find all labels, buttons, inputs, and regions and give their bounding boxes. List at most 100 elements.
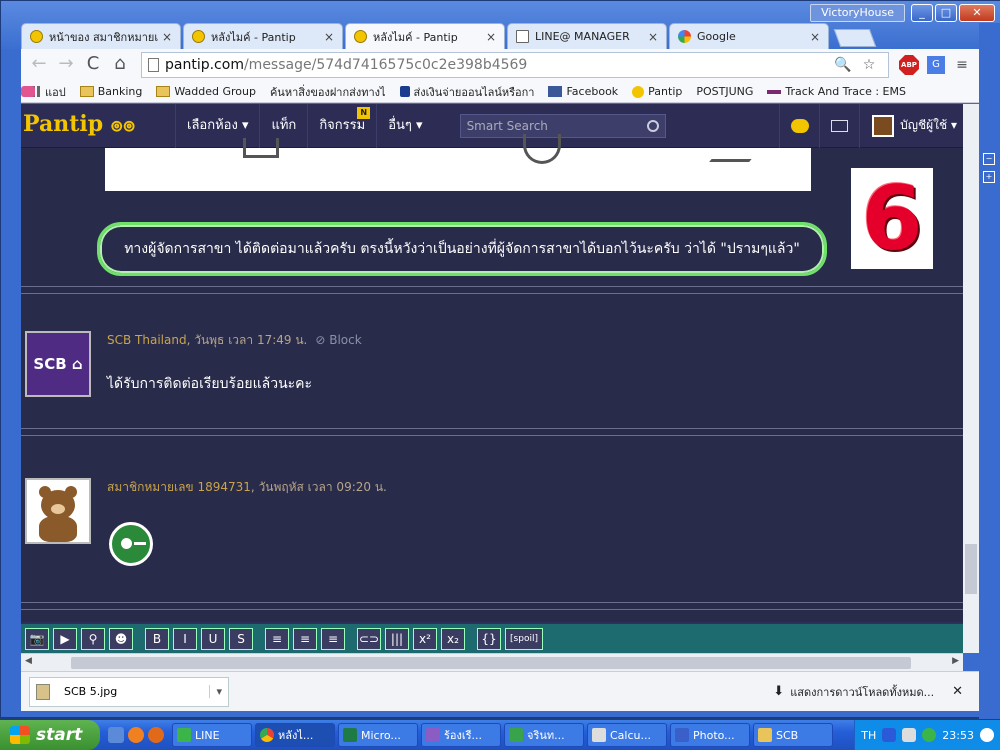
page-icon <box>148 58 159 72</box>
pantip-logo[interactable]: Pantip ၜၜ <box>21 109 175 142</box>
minimize-button[interactable]: _ <box>911 4 933 22</box>
search-icon[interactable] <box>646 119 659 132</box>
chat-button[interactable] <box>779 104 819 148</box>
forward-button[interactable]: → <box>54 53 78 77</box>
taskbar-chrome[interactable]: หลังไ... <box>255 723 335 747</box>
network-icon[interactable] <box>882 728 897 742</box>
align-center-button[interactable]: ≡ <box>293 627 317 650</box>
bookmark-pantip[interactable]: Pantip <box>632 85 682 98</box>
taskbar-calculator[interactable]: Calcu... <box>587 723 667 747</box>
translate-icon[interactable]: G <box>927 56 945 74</box>
download-menu-icon[interactable]: ▾ <box>209 685 222 698</box>
insert-map-button[interactable]: ⚲ <box>81 627 105 650</box>
line-tray-icon[interactable] <box>922 728 937 742</box>
vertical-scrollbar[interactable] <box>963 104 979 653</box>
download-icon: ⬇ <box>773 684 785 699</box>
taskbar-line[interactable]: LINE <box>172 723 252 747</box>
tab-backmic-1[interactable]: หลังไมค์ - Pantip × <box>183 23 343 49</box>
taskbar-excel[interactable]: Micro... <box>338 723 418 747</box>
reload-button[interactable]: C <box>81 53 105 77</box>
tab-member-page[interactable]: หน้าของ สมาชิกหมายเ × <box>21 23 181 49</box>
menu-more[interactable]: อื่นๆ ▾ <box>376 104 433 148</box>
address-bar[interactable]: pantip.com/message/574d7416575c0c2e398b4… <box>141 52 889 78</box>
bookmark-parcel-search[interactable]: ค้นหาสิ่งของฝากส่งทางไ <box>41 83 386 195</box>
tab-line-manager[interactable]: LINE@ MANAGER × <box>507 23 667 49</box>
underline-button[interactable]: U <box>201 627 225 650</box>
bear-avatar[interactable] <box>25 478 91 544</box>
maximize-button[interactable]: □ <box>935 4 957 22</box>
taskbar-contact[interactable]: จรินท... <box>504 723 584 747</box>
taskbar-scb-folder[interactable]: SCB <box>753 723 833 747</box>
firefox-icon[interactable] <box>128 727 144 743</box>
spoiler-button[interactable]: [spoil] <box>505 627 543 650</box>
block-button[interactable]: ⊘ Block <box>315 333 361 347</box>
close-download-bar-icon[interactable]: ✕ <box>952 684 963 699</box>
url-text[interactable]: pantip.com/message/574d7416575c0c2e398b4… <box>165 57 830 73</box>
show-all-downloads: ⬇ แสดงการดาวน์โหลดทั้งหมด... ✕ <box>773 683 963 701</box>
mail-button[interactable] <box>819 104 859 148</box>
code-button[interactable]: ||| <box>385 627 409 650</box>
cloud-icon[interactable] <box>980 728 994 742</box>
show-desktop-icon[interactable] <box>108 727 124 743</box>
bookmark-star-icon[interactable]: ☆ <box>859 55 879 75</box>
link-button[interactable]: ⊂⊃ <box>357 627 381 650</box>
volume-icon[interactable] <box>902 728 917 742</box>
bookmark-postjung[interactable]: POSTJUNG <box>21 85 754 98</box>
start-button[interactable]: start <box>0 720 100 750</box>
menu-activities[interactable]: กิจกรรม N <box>307 104 376 148</box>
tab-backmic-active[interactable]: หลังไมค์ - Pantip × <box>345 23 505 49</box>
scroll-thumb[interactable] <box>965 544 977 594</box>
download-item[interactable]: SCB 5.jpg ▾ <box>29 676 229 707</box>
home-button[interactable]: ⌂ <box>108 53 132 77</box>
divider <box>21 286 963 294</box>
show-all-downloads-link[interactable]: แสดงการดาวน์โหลดทั้งหมด... <box>790 683 934 701</box>
tab-close-icon[interactable]: × <box>486 30 496 44</box>
italic-button[interactable]: I <box>173 627 197 650</box>
scroll-left-icon[interactable]: ◀ <box>25 656 32 666</box>
post-username[interactable]: SCB Thailand <box>107 333 187 347</box>
language-indicator[interactable]: TH <box>861 729 876 742</box>
tab-close-icon[interactable]: × <box>648 30 658 44</box>
insert-emoticon-button[interactable]: ☻ <box>109 627 133 650</box>
back-button[interactable]: ← <box>27 53 51 77</box>
scroll-thumb[interactable] <box>71 657 911 669</box>
taskbar-photo[interactable]: Photo... <box>670 723 750 747</box>
strikethrough-button[interactable]: S <box>229 627 253 650</box>
bookmark-facebook[interactable]: Facebook <box>548 85 618 98</box>
scb-avatar[interactable]: SCB ⌂ <box>25 331 91 397</box>
subscript-button[interactable]: x₂ <box>441 627 465 650</box>
bookmark-label: POSTJUNG <box>696 85 754 98</box>
braces-button[interactable]: {} <box>477 627 501 650</box>
scroll-right-icon[interactable]: ▶ <box>952 656 959 666</box>
menu-icon[interactable]: ≡ <box>952 55 972 75</box>
tab-close-icon[interactable]: × <box>810 30 820 44</box>
align-left-button[interactable]: ≡ <box>265 627 289 650</box>
taskbar-word[interactable]: ร้องเรี... <box>421 723 501 747</box>
bookmark-wadded-group[interactable]: Wadded Group <box>156 85 256 98</box>
bookmark-paypal[interactable]: ส่งเงินจ่ายออนไลน์หรือกา <box>399 83 534 101</box>
side-collapse-icon[interactable]: − <box>983 153 995 165</box>
close-window-button[interactable]: ✕ <box>959 4 995 22</box>
bold-button[interactable]: B <box>145 627 169 650</box>
post-meta: สมาชิกหมายเลข 1894731, วันพฤหัส เวลา 09:… <box>107 478 387 497</box>
account-menu[interactable]: บัญชีผู้ใช้ ▾ <box>859 104 963 148</box>
app-icon[interactable] <box>148 727 164 743</box>
profile-name[interactable]: VictoryHouse <box>810 4 905 22</box>
bookmark-label: Pantip <box>648 85 683 98</box>
insert-video-button[interactable]: ▶ <box>53 627 77 650</box>
post-username[interactable]: สมาชิกหมายเลข 1894731 <box>107 480 251 494</box>
new-tab-button[interactable] <box>833 29 877 47</box>
bookmark-banking[interactable]: Banking <box>79 85 142 98</box>
side-expand-icon[interactable]: + <box>983 171 995 183</box>
zoom-icon[interactable]: 🔍 <box>833 55 853 75</box>
tab-close-icon[interactable]: × <box>162 30 172 44</box>
bookmark-ems[interactable]: Track And Trace : EMS : <box>767 85 907 98</box>
align-right-button[interactable]: ≡ <box>321 627 345 650</box>
adblock-icon[interactable]: ABP <box>899 55 919 75</box>
superscript-button[interactable]: x² <box>413 627 437 650</box>
insert-photo-button[interactable]: 📷 <box>25 627 49 650</box>
tab-close-icon[interactable]: × <box>324 30 334 44</box>
tab-google[interactable]: Google × <box>669 23 829 49</box>
horizontal-scrollbar[interactable]: ◀ ▶ <box>21 653 963 671</box>
smart-search-input[interactable]: Smart Search <box>459 113 666 138</box>
